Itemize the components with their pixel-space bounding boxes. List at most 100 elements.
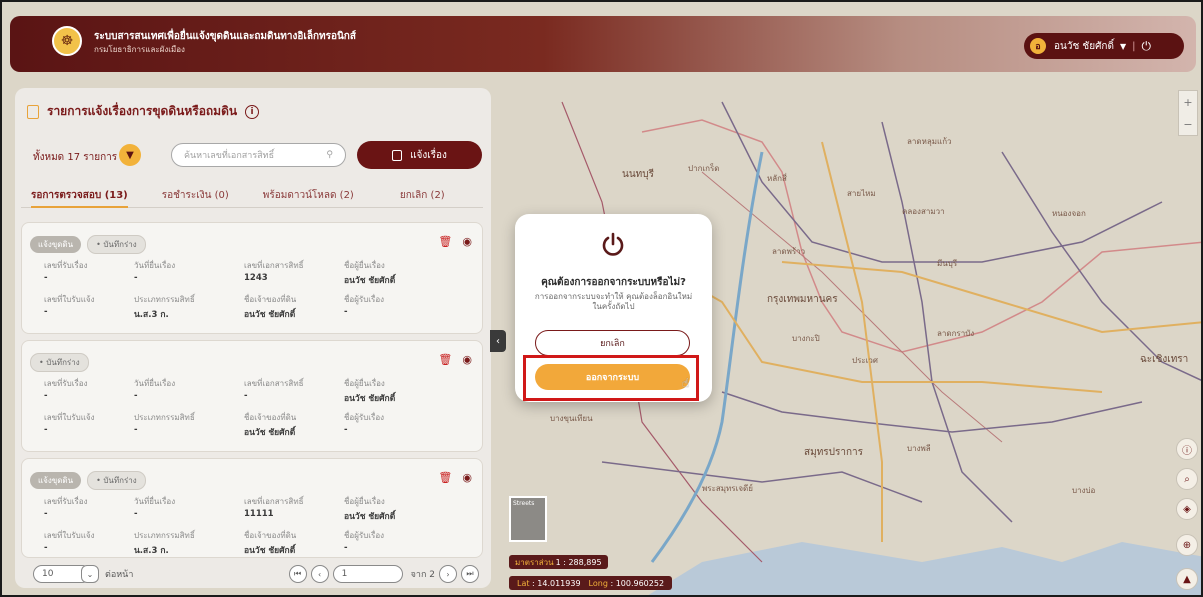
coordinate-readout: Lat : 14.011939 Long : 100.960252 bbox=[509, 576, 673, 590]
request-card[interactable]: แจ้งขุดดิน • บันทึกร่าง 🗑 ◉ เลขที่รับเรื… bbox=[21, 458, 483, 558]
zoom-out-icon[interactable]: − bbox=[1183, 118, 1192, 131]
search-location-icon[interactable]: ⌕ bbox=[1176, 468, 1198, 490]
chevron-down-icon[interactable]: ⌄ bbox=[81, 565, 99, 583]
page-input[interactable]: 1 bbox=[332, 565, 403, 583]
map-label: บางขุนเทียน bbox=[550, 414, 593, 423]
field-acknowledgement-no: เลขที่ใบรับแจ้ง - bbox=[44, 531, 95, 553]
divider: | bbox=[1132, 40, 1136, 52]
total-pages: จาก 2 bbox=[410, 570, 435, 580]
dialog-question: คุณต้องการออกจากระบบหรือไม่? bbox=[541, 277, 686, 288]
search-placeholder: ค้นหาเลขที่เอกสารสิทธิ์ bbox=[184, 151, 275, 161]
status-badge: • บันทึกร่าง bbox=[30, 353, 89, 372]
panel-title-text: รายการแจ้งเรื่องการขุดดินหรือถมดิน bbox=[47, 104, 238, 118]
long-label: Long bbox=[588, 578, 608, 588]
type-tag: แจ้งขุดดิน bbox=[30, 472, 82, 489]
map-label: ลาดกราบัง bbox=[937, 329, 975, 338]
basemap-switcher[interactable]: Streets bbox=[509, 496, 547, 542]
field-ownership-type: ประเภทกรรมสิทธิ์ - bbox=[134, 413, 195, 435]
search-icon[interactable]: ⚲ bbox=[326, 150, 333, 160]
report-button-label: แจ้งเรื่อง bbox=[410, 149, 447, 161]
map-label: นนทบุรี bbox=[622, 169, 654, 180]
map-label: หลักสี่ bbox=[767, 174, 787, 183]
status-badge: • บันทึกร่าง bbox=[87, 235, 146, 254]
trash-icon[interactable]: 🗑 bbox=[438, 235, 452, 248]
system-subtitle: กรมโยธาธิการและผังเมือง bbox=[94, 45, 185, 54]
lat-label: Lat bbox=[517, 578, 530, 588]
info-icon[interactable]: i bbox=[245, 104, 260, 119]
field-submitter: ชื่อผู้ยื่นเรื่อง อนวัช ชัยศักดิ์ bbox=[344, 497, 396, 522]
app-window: นนทบุรี ปากเกร็ด หลักสี่ สายไหม ลาดหลุมแ… bbox=[0, 0, 1203, 597]
first-page-icon[interactable]: ⏮ bbox=[288, 565, 307, 583]
request-card[interactable]: แจ้งขุดดิน • บันทึกร่าง 🗑 ◉ เลขที่รับเรื… bbox=[21, 222, 483, 334]
field-receipt-no: เลขที่รับเรื่อง - bbox=[44, 379, 88, 401]
page-size-value: 10 bbox=[42, 569, 54, 579]
map-label: พระสมุทรเจดีย์ bbox=[702, 484, 753, 493]
next-page-icon[interactable]: › bbox=[439, 565, 457, 583]
tab-ready-download[interactable]: พร้อมดาวน์โหลด (2) bbox=[253, 180, 364, 207]
field-submitter: ชื่อผู้ยื่นเรื่อง อนวัช ชัยศักดิ์ bbox=[344, 379, 396, 404]
map-label: ฉะเชิงเทรา bbox=[1140, 354, 1189, 365]
report-button[interactable]: แจ้งเรื่อง bbox=[357, 141, 482, 169]
north-arrow-icon[interactable]: ▲ bbox=[1176, 568, 1198, 590]
status-badge: • บันทึกร่าง bbox=[87, 471, 146, 490]
cancel-button[interactable]: ยกเลิก bbox=[535, 330, 690, 356]
map-label: บางบ่อ bbox=[1072, 486, 1096, 495]
locate-icon[interactable]: ◉ bbox=[462, 353, 472, 366]
system-title: ระบบสารสนเทศเพื่อยื่นแจ้งขุดดินและถมดินท… bbox=[94, 31, 356, 42]
user-menu[interactable]: อ อนวัช ชัยศักดิ์ ▼ | ⏻ bbox=[1024, 33, 1184, 59]
prev-page-icon[interactable]: ‹ bbox=[310, 565, 329, 583]
basemap-label: Streets bbox=[513, 500, 535, 507]
my-location-icon[interactable]: ⊕ bbox=[1176, 534, 1198, 556]
map-label: คลองสามวา bbox=[902, 207, 945, 216]
map-label: บางพลี bbox=[907, 444, 931, 453]
add-document-icon bbox=[392, 149, 403, 161]
last-page-icon[interactable]: ⏭ bbox=[461, 565, 479, 583]
info-icon[interactable]: ⓘ bbox=[1176, 438, 1198, 460]
request-card[interactable]: • บันทึกร่าง 🗑 ◉ เลขที่รับเรื่อง - วันที่… bbox=[21, 340, 483, 452]
power-icon bbox=[602, 232, 624, 256]
tab-pending-review[interactable]: รอการตรวจสอบ (13) bbox=[21, 180, 138, 208]
map-label: ปากเกร็ด bbox=[688, 164, 720, 173]
field-acknowledgement-no: เลขที่ใบรับแจ้ง - bbox=[44, 295, 95, 317]
pagination: 10 ⌄ ต่อหน้า ⏮ ‹ 1 จาก 2 › ⏭ bbox=[33, 564, 479, 584]
map-label: ประเวศ bbox=[852, 356, 878, 365]
request-list-panel: รายการแจ้งเรื่องการขุดดินหรือถมดิน i ทั้… bbox=[15, 88, 491, 588]
map-label: หนองจอก bbox=[1052, 209, 1086, 218]
search-input[interactable]: ค้นหาเลขที่เอกสารสิทธิ์ ⚲ bbox=[171, 143, 346, 167]
current-page: 1 bbox=[341, 569, 348, 579]
field-title-deed-no: เลขที่เอกสารสิทธิ์ 11111 bbox=[244, 497, 304, 519]
lat-value: 14.011939 bbox=[537, 578, 581, 588]
highlight-frame bbox=[523, 355, 699, 401]
locate-icon[interactable]: ◉ bbox=[462, 235, 472, 248]
field-ownership-type: ประเภทกรรมสิทธิ์ น.ส.3 ก. bbox=[134, 531, 195, 556]
zoom-control: + − bbox=[1178, 90, 1198, 136]
layers-icon[interactable]: ◈ bbox=[1176, 498, 1198, 520]
field-submit-date: วันที่ยื่นเรื่อง - bbox=[134, 497, 176, 519]
power-icon[interactable]: ⏻ bbox=[1142, 39, 1152, 54]
user-avatar: อ bbox=[1030, 38, 1046, 54]
trash-icon[interactable]: 🗑 bbox=[438, 353, 452, 366]
locate-icon[interactable]: ◉ bbox=[462, 471, 472, 484]
panel-title: รายการแจ้งเรื่องการขุดดินหรือถมดิน i bbox=[27, 102, 260, 121]
hand-cursor-icon: ☝ bbox=[682, 376, 690, 390]
collapse-panel-icon[interactable]: ‹ bbox=[490, 330, 506, 352]
tab-pending-payment[interactable]: รอชำระเงิน (0) bbox=[152, 180, 239, 207]
app-header: ☸ ระบบสารสนเทศเพื่อยื่นแจ้งขุดดินและถมดิ… bbox=[10, 16, 1196, 72]
department-logo: ☸ bbox=[52, 26, 82, 56]
trash-icon[interactable]: 🗑 bbox=[438, 471, 452, 484]
field-receiver: ชื่อผู้รับเรื่อง - bbox=[344, 531, 385, 553]
field-title-deed-no: เลขที่เอกสารสิทธิ์ - bbox=[244, 379, 304, 401]
chevron-down-icon[interactable]: ▼ bbox=[1120, 42, 1126, 51]
map-label: บางกะปิ bbox=[792, 334, 820, 343]
field-title-deed-no: เลขที่เอกสารสิทธิ์ 1243 bbox=[244, 261, 304, 283]
filter-icon[interactable]: ▼ bbox=[119, 144, 141, 166]
tab-cancelled[interactable]: ยกเลิก (2) bbox=[390, 180, 455, 207]
status-tabs: รอการตรวจสอบ (13) รอชำระเงิน (0) พร้อมดา… bbox=[21, 180, 483, 208]
field-ownership-type: ประเภทกรรมสิทธิ์ น.ส.3 ก. bbox=[134, 295, 195, 320]
field-land-owner: ชื่อเจ้าของที่ดิน อนวัช ชัยศักดิ์ bbox=[244, 531, 297, 556]
field-acknowledgement-no: เลขที่ใบรับแจ้ง - bbox=[44, 413, 95, 435]
scale-value: 1 : 288,895 bbox=[555, 557, 602, 567]
long-value: 100.960252 bbox=[615, 578, 665, 588]
zoom-in-icon[interactable]: + bbox=[1183, 96, 1192, 109]
map-label: ลาดพร้าว bbox=[772, 247, 806, 256]
